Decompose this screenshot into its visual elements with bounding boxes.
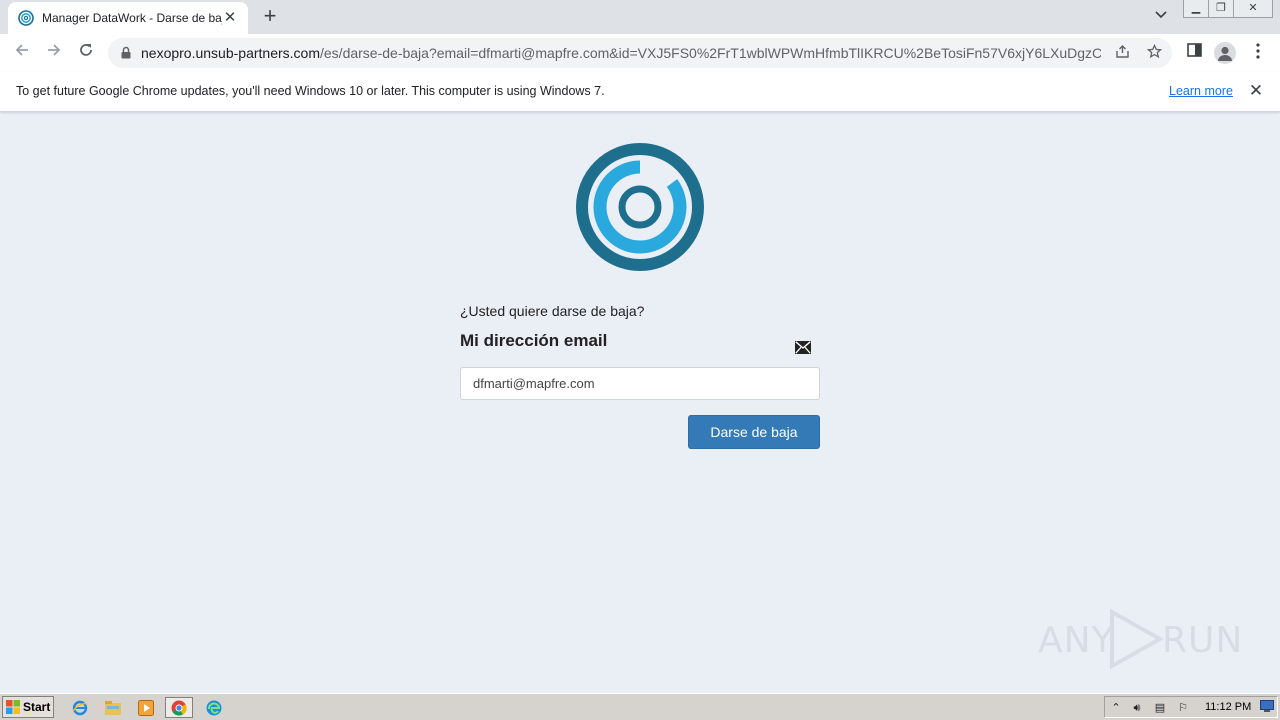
learn-more-link[interactable]: Learn more — [1169, 84, 1233, 98]
profile-avatar[interactable] — [1214, 42, 1236, 64]
media-player-icon[interactable] — [132, 697, 160, 718]
site-favicon-icon — [18, 10, 34, 26]
anyrun-watermark: ANY RUN — [1038, 606, 1242, 672]
volume-icon[interactable]: 🔊︎ — [1129, 700, 1145, 716]
action-center-flag-icon[interactable]: ⚐ — [1175, 700, 1191, 716]
tab-title: Manager DataWork - Darse de baja — [42, 11, 222, 25]
menu-kebab-icon[interactable] — [1248, 43, 1268, 63]
update-infobar: To get future Google Chrome updates, you… — [0, 72, 1280, 112]
new-tab-button[interactable]: + — [258, 5, 282, 29]
email-label: Mi dirección email — [460, 331, 608, 350]
bookmark-star-icon[interactable] — [1145, 43, 1163, 62]
address-bar[interactable]: nexopro.unsub-partners.com/es/darse-de-b… — [108, 38, 1172, 68]
infobar-message: To get future Google Chrome updates, you… — [16, 84, 605, 98]
unsubscribe-button[interactable]: Darse de baja — [688, 415, 820, 449]
minimize-button[interactable]: ▁ — [1183, 0, 1209, 18]
show-desktop-icon[interactable] — [1259, 700, 1275, 716]
windows-taskbar: Start ⌃ 🔊︎ ▤ ⚐ 11:12 PM — [0, 693, 1280, 720]
url-text[interactable]: nexopro.unsub-partners.com/es/darse-de-b… — [141, 45, 1101, 61]
forward-arrow-icon[interactable] — [42, 41, 66, 65]
lock-icon[interactable] — [121, 46, 131, 59]
envelope-icon — [795, 341, 811, 354]
infobar-close-icon[interactable]: ✕ — [1246, 81, 1266, 101]
side-panel-icon[interactable] — [1184, 43, 1204, 63]
network-icon[interactable]: ▤ — [1152, 700, 1168, 716]
tab-strip: Manager DataWork - Darse de baja ✕ + ▁ ❐… — [0, 0, 1280, 34]
edge-icon[interactable] — [200, 697, 228, 718]
windows-flag-icon — [6, 700, 20, 714]
taskbar-clock[interactable]: 11:12 PM — [1205, 701, 1251, 713]
play-triangle-icon — [1110, 608, 1164, 670]
tab-search-chevron-icon[interactable] — [1150, 8, 1172, 26]
reload-icon[interactable] — [74, 41, 98, 65]
unsubscribe-question: ¿Usted quiere darse de baja? — [460, 303, 645, 319]
email-input[interactable] — [460, 367, 820, 400]
datawork-logo — [576, 143, 704, 271]
window-close-button[interactable]: ✕ — [1233, 0, 1273, 18]
system-tray: ⌃ 🔊︎ ▤ ⚐ 11:12 PM — [1104, 696, 1278, 718]
share-icon[interactable] — [1113, 44, 1131, 62]
ie-icon[interactable] — [66, 697, 94, 718]
restore-button[interactable]: ❐ — [1208, 0, 1234, 18]
start-button[interactable]: Start — [2, 696, 54, 718]
back-arrow-icon[interactable] — [10, 41, 34, 65]
chrome-icon[interactable] — [165, 697, 193, 718]
tab-close-icon[interactable]: ✕ — [222, 10, 238, 26]
browser-toolbar: nexopro.unsub-partners.com/es/darse-de-b… — [0, 34, 1280, 72]
browser-tab[interactable]: Manager DataWork - Darse de baja ✕ — [8, 2, 248, 34]
explorer-icon[interactable] — [99, 697, 127, 718]
tray-expand-icon[interactable]: ⌃ — [1108, 700, 1124, 716]
